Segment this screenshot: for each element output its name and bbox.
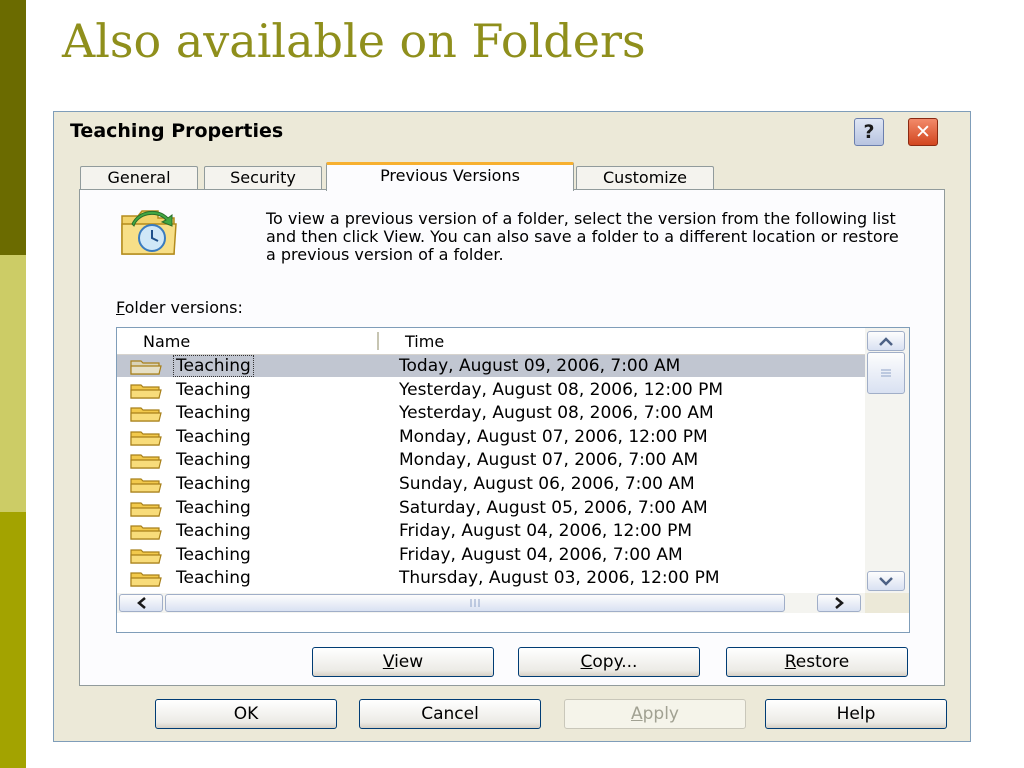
version-name: Teaching — [176, 426, 251, 447]
version-name: Teaching — [176, 497, 251, 518]
version-time: Monday, August 07, 2006, 12:00 PM — [399, 426, 708, 447]
version-row[interactable]: Teaching Thursday, August 03, 2006, 12:00… — [117, 567, 865, 591]
slide-stripe-top — [0, 0, 26, 255]
chevron-left-icon — [136, 597, 146, 609]
scroll-right-button[interactable] — [817, 594, 861, 612]
folder-icon — [130, 525, 162, 540]
version-name: Teaching — [176, 403, 251, 424]
instructions-text: To view a previous version of a folder, … — [266, 209, 899, 264]
version-row[interactable]: Teaching Sunday, August 06, 2006, 7:00 AM — [117, 473, 865, 497]
column-header-time[interactable]: Time — [405, 332, 444, 351]
version-time: Yesterday, August 08, 2006, 7:00 AM — [399, 403, 714, 424]
version-name: Teaching — [173, 355, 254, 377]
folder-icon — [130, 360, 162, 375]
version-time: Friday, August 04, 2006, 12:00 PM — [399, 521, 693, 542]
version-time: Monday, August 07, 2006, 7:00 AM — [399, 450, 699, 471]
version-row[interactable]: Teaching Yesterday, August 08, 2006, 7:00… — [117, 402, 865, 426]
version-row[interactable]: Teaching Yesterday, August 08, 2006, 12:0… — [117, 379, 865, 403]
folder-versions-list[interactable]: Name Time Teaching Today, August 09, 2006… — [116, 327, 910, 633]
view-button[interactable]: View — [312, 647, 494, 677]
folder-icon — [130, 407, 162, 422]
slide-stripe-bottom — [0, 512, 26, 768]
copy-button[interactable]: Copy... — [518, 647, 700, 677]
folder-icon — [130, 383, 162, 399]
scroll-up-button[interactable] — [867, 331, 905, 351]
folder-icon — [130, 454, 162, 469]
folder-icon — [130, 478, 162, 493]
apply-button[interactable]: Apply — [564, 699, 746, 729]
version-row[interactable]: Teaching Monday, August 07, 2006, 12:00 P… — [117, 426, 865, 450]
tab-customize[interactable]: Customize — [576, 166, 714, 190]
version-name: Teaching — [176, 544, 251, 565]
version-time: Today, August 09, 2006, 7:00 AM — [399, 356, 681, 376]
close-button[interactable]: ✕ — [908, 118, 938, 146]
tab-security[interactable]: Security — [204, 166, 322, 190]
version-time: Yesterday, August 08, 2006, 12:00 PM — [399, 379, 724, 400]
ok-button[interactable]: OK — [155, 699, 337, 729]
version-time: Thursday, August 03, 2006, 12:00 PM — [399, 568, 720, 589]
scroll-down-button[interactable] — [867, 571, 905, 591]
version-name: Teaching — [176, 379, 251, 400]
version-row[interactable]: Teaching Saturday, August 05, 2006, 7:00 … — [117, 497, 865, 521]
column-divider[interactable] — [377, 332, 379, 350]
dialog-title: Teaching Properties — [70, 120, 284, 142]
horizontal-scrollbar[interactable] — [117, 593, 865, 613]
version-time: Saturday, August 05, 2006, 7:00 AM — [399, 497, 708, 518]
version-row[interactable]: Teaching Friday, August 04, 2006, 12:00 P… — [117, 520, 865, 544]
properties-dialog: Teaching Properties ? ✕ General Security… — [53, 111, 971, 742]
tab-general[interactable]: General — [80, 166, 198, 190]
folder-icon — [130, 431, 162, 446]
restore-button[interactable]: Restore — [726, 647, 908, 677]
cancel-button[interactable]: Cancel — [359, 699, 541, 729]
chevron-down-icon — [879, 576, 893, 586]
version-name: Teaching — [176, 450, 251, 471]
previous-versions-panel: To view a previous version of a folder, … — [79, 189, 945, 686]
folder-versions-label: Folder versions: — [116, 298, 243, 317]
folder-icon — [130, 549, 162, 564]
help-question-button[interactable]: ? — [854, 118, 884, 146]
version-row[interactable]: Teaching Monday, August 07, 2006, 7:00 AM — [117, 449, 865, 473]
vertical-scrollbar[interactable] — [865, 328, 909, 593]
help-button[interactable]: Help — [765, 699, 947, 729]
version-time: Sunday, August 06, 2006, 7:00 AM — [399, 473, 695, 494]
folder-restore-icon — [121, 210, 177, 255]
folder-icon — [130, 501, 162, 517]
version-name: Teaching — [176, 521, 251, 542]
tab-previous-versions[interactable]: Previous Versions — [326, 162, 574, 191]
version-row[interactable]: Teaching Today, August 09, 2006, 7:00 AM — [117, 355, 865, 379]
version-name: Teaching — [176, 473, 251, 494]
slide-title: Also available on Folders — [62, 14, 646, 68]
list-rows: Teaching Today, August 09, 2006, 7:00 AM T… — [117, 355, 865, 591]
title-bar[interactable]: Teaching Properties ? ✕ — [54, 112, 970, 152]
chevron-up-icon — [879, 336, 893, 346]
list-header: Name Time — [117, 328, 865, 355]
grip-icon — [470, 599, 480, 607]
folder-icon — [130, 572, 162, 587]
scroll-left-button[interactable] — [119, 594, 163, 612]
close-icon: ✕ — [915, 121, 931, 143]
grip-icon — [881, 369, 891, 377]
slide-stripe-middle — [0, 255, 26, 512]
vertical-scroll-thumb[interactable] — [867, 352, 905, 394]
version-time: Friday, August 04, 2006, 7:00 AM — [399, 544, 683, 565]
scrollbar-corner — [865, 593, 909, 613]
column-header-name[interactable]: Name — [143, 332, 190, 351]
version-row[interactable]: Teaching Friday, August 04, 2006, 7:00 AM — [117, 544, 865, 568]
version-name: Teaching — [176, 568, 251, 589]
chevron-right-icon — [834, 597, 844, 609]
horizontal-scroll-thumb[interactable] — [165, 594, 785, 612]
